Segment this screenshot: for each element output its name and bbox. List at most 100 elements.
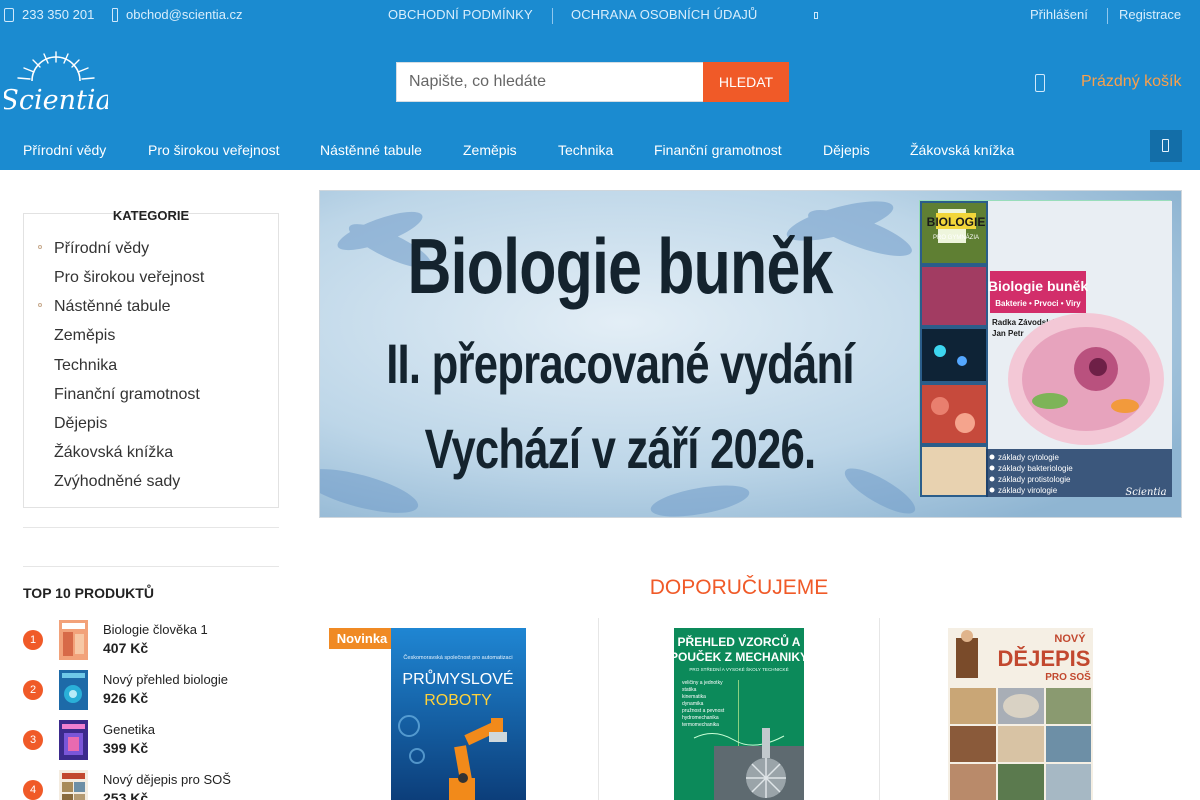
search-bar: HLEDAT	[396, 62, 789, 102]
svg-text:Scientia: Scientia	[1125, 487, 1166, 497]
promo-banner[interactable]: Biologie buněk II. přepracované vydání V…	[319, 190, 1182, 518]
svg-text:PRO GYMNÁZIA: PRO GYMNÁZIA	[933, 234, 979, 241]
site-logo[interactable]: Scientia	[4, 50, 108, 114]
top-bar: 233 350 201 obchod@scientia.cz OBCHODNÍ …	[0, 0, 1200, 32]
expand-bullet-icon[interactable]	[38, 245, 42, 249]
divider	[1107, 8, 1108, 24]
category-link[interactable]: Přírodní vědy	[54, 240, 149, 258]
terms-link[interactable]: OBCHODNÍ PODMÍNKY	[388, 7, 533, 22]
svg-text:PŘEHLED VZORCŮ A: PŘEHLED VZORCŮ A	[678, 633, 801, 649]
nav-item-nastenne-tabule[interactable]: Nástěnné tabule	[320, 142, 422, 158]
svg-text:DĚJEPIS: DĚJEPIS	[998, 646, 1091, 671]
svg-text:termomechanika: termomechanika	[682, 722, 719, 728]
nav-item-zakovska-knizka[interactable]: Žákovská knížka	[910, 142, 1014, 158]
product-price: 926 Kč	[103, 690, 149, 706]
envelope-icon	[112, 7, 118, 22]
menu-toggle-button[interactable]	[1150, 130, 1182, 162]
product-thumbnail[interactable]	[59, 720, 88, 760]
cart-icon[interactable]	[1035, 74, 1045, 92]
svg-text:Jan Petr: Jan Petr	[992, 329, 1024, 338]
main-navigation: Přírodní vědy Pro širokou veřejnost Nást…	[0, 130, 1200, 170]
svg-text:Bakterie • Prvoci • Viry: Bakterie • Prvoci • Viry	[995, 299, 1081, 308]
nav-item-zemepis[interactable]: Zeměpis	[463, 142, 517, 158]
list-item[interactable]: 4 Nový dějepis pro SOŠ 253 Kč	[23, 770, 279, 800]
login-link[interactable]: Přihlášení	[1030, 7, 1088, 22]
category-link[interactable]: Finanční gramotnost	[54, 386, 200, 404]
svg-text:BIOLOGIE: BIOLOGIE	[927, 215, 986, 229]
list-item[interactable]: 2 Nový přehled biologie 926 Kč	[23, 670, 279, 714]
email-contact[interactable]: obchod@scientia.cz	[112, 7, 243, 22]
rank-badge: 3	[23, 730, 43, 750]
svg-text:PRŮMYSLOVÉ: PRŮMYSLOVÉ	[402, 669, 513, 688]
recommended-heading: DOPORUČUJEME	[649, 576, 829, 599]
nav-item-prirodni-vedy[interactable]: Přírodní vědy	[23, 142, 106, 158]
search-input[interactable]	[396, 62, 704, 102]
nav-item-pro-sirokou-verejnost[interactable]: Pro širokou veřejnost	[148, 142, 280, 158]
category-link[interactable]: Nástěnné tabule	[54, 298, 171, 316]
divider	[598, 618, 599, 800]
site-header: 233 350 201 obchod@scientia.cz OBCHODNÍ …	[0, 0, 1200, 170]
product-thumbnail[interactable]	[59, 670, 88, 710]
product-thumbnail[interactable]	[59, 620, 88, 660]
list-item[interactable]: 1 Biologie člověka 1 407 Kč	[23, 620, 279, 664]
banner-headline: Biologie buněk	[407, 222, 833, 310]
phone-contact[interactable]: 233 350 201	[4, 7, 94, 22]
nav-item-technika[interactable]: Technika	[558, 142, 613, 158]
book-cover: BIOLOGIE PRO GYMNÁZIA Radka Závodská Jan…	[919, 200, 1172, 498]
phone-number: 233 350 201	[22, 7, 95, 22]
nav-item-dejepis[interactable]: Dějepis	[823, 142, 870, 158]
email-address: obchod@scientia.cz	[126, 7, 243, 22]
categories-heading: KATEGORIE	[112, 208, 190, 223]
top10-heading: TOP 10 PRODUKTŮ	[23, 585, 154, 601]
svg-text:Českomoravská společnost pro a: Českomoravská společnost pro automatizac…	[403, 654, 512, 661]
register-link[interactable]: Registrace	[1119, 7, 1181, 22]
banner-subheadline: II. přepracované vydání	[386, 332, 854, 395]
product-name[interactable]: Genetika	[103, 722, 155, 737]
banner-release-date: Vychází v září 2026.	[424, 417, 817, 480]
product-thumbnail[interactable]	[59, 770, 88, 800]
svg-text:základy virologie: základy virologie	[998, 486, 1058, 495]
svg-text:POUČEK Z MECHANIKY: POUČEK Z MECHANIKY	[674, 649, 804, 664]
category-link[interactable]: Technika	[54, 357, 117, 375]
nav-item-financni-gramotnost[interactable]: Finanční gramotnost	[654, 142, 782, 158]
category-link[interactable]: Dějepis	[54, 415, 107, 433]
product-card-image[interactable]: Českomoravská společnost pro automatizac…	[391, 628, 526, 800]
new-badge: Novinka	[329, 628, 395, 649]
product-price: 253 Kč	[103, 790, 149, 800]
svg-text:Biologie buněk: Biologie buněk	[988, 278, 1089, 294]
divider	[552, 8, 553, 24]
product-name[interactable]: Biologie člověka 1	[103, 622, 208, 637]
expand-bullet-icon[interactable]	[38, 303, 42, 307]
rank-badge: 4	[23, 780, 43, 800]
svg-text:statika: statika	[682, 687, 697, 693]
product-price: 407 Kč	[103, 640, 149, 656]
category-link[interactable]: Pro širokou veřejnost	[54, 269, 204, 287]
privacy-link[interactable]: OCHRANA OSOBNÍCH ÚDAJŮ	[571, 7, 757, 22]
product-name[interactable]: Nový dějepis pro SOŠ	[103, 772, 231, 787]
svg-text:veličiny a jednotky: veličiny a jednotky	[682, 680, 723, 686]
divider	[879, 618, 880, 800]
rank-badge: 2	[23, 680, 43, 700]
svg-text:PRO SOŠ: PRO SOŠ	[1045, 670, 1091, 683]
svg-text:základy cytologie: základy cytologie	[998, 453, 1059, 462]
cart-label[interactable]: Prázdný košík	[1081, 73, 1181, 91]
divider	[23, 527, 279, 528]
svg-text:Scientia: Scientia	[4, 85, 108, 114]
rank-badge: 1	[23, 630, 43, 650]
svg-text:NOVÝ: NOVÝ	[1054, 632, 1086, 645]
svg-text:základy protistologie: základy protistologie	[998, 475, 1071, 484]
product-name[interactable]: Nový přehled biologie	[103, 672, 228, 687]
product-card-image[interactable]: PŘEHLED VZORCŮ A POUČEK Z MECHANIKY PRO …	[674, 628, 804, 800]
product-price: 399 Kč	[103, 740, 149, 756]
svg-text:pružnost a pevnost: pružnost a pevnost	[682, 708, 725, 714]
category-link[interactable]: Zeměpis	[54, 327, 115, 345]
list-item[interactable]: 3 Genetika 399 Kč	[23, 720, 279, 764]
category-link[interactable]: Zvýhodněné sady	[54, 473, 180, 491]
search-button[interactable]: HLEDAT	[703, 62, 789, 102]
svg-text:kinematika: kinematika	[682, 694, 706, 700]
product-card-image[interactable]: NOVÝ DĚJEPIS PRO SOŠ	[948, 628, 1093, 800]
category-link[interactable]: Žákovská knížka	[54, 444, 173, 462]
phone-icon	[4, 7, 14, 22]
svg-text:PRO STŘEDNÍ A VYSOKÉ ŠKOLY TEC: PRO STŘEDNÍ A VYSOKÉ ŠKOLY TECHNICKÉ	[689, 665, 788, 672]
search-toggle-icon[interactable]	[814, 12, 818, 19]
